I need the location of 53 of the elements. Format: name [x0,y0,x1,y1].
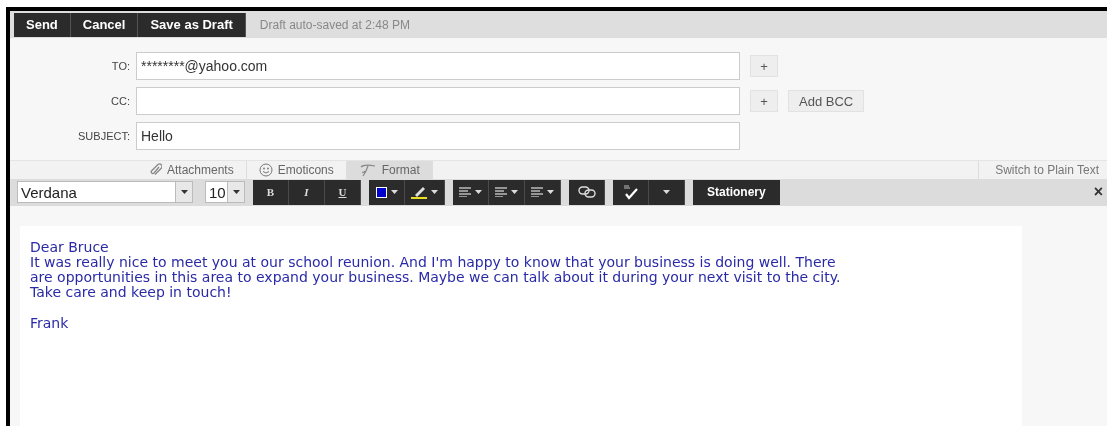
font-select[interactable]: Verdana [17,181,193,204]
paperclip-icon [150,163,162,177]
style-button[interactable]: I [289,179,325,205]
caret-icon [663,190,670,195]
caret-icon [390,190,398,195]
list-button[interactable] [525,179,561,205]
caret-icon [232,190,240,195]
smiley-icon [258,163,273,177]
close-button[interactable]: × [1093,183,1103,202]
draft-status: Draft auto-saved at 2:48 PM [259,17,410,32]
input-field[interactable] [136,87,740,116]
align-icon [459,187,471,198]
spellcheck-menu-button[interactable] [649,179,685,205]
list-icon [531,187,543,198]
link-button[interactable] [569,179,605,205]
align-button[interactable] [453,179,489,205]
body-text: Frank [30,316,70,331]
toolbar-button[interactable]: Save as Draft [138,12,246,37]
indent-button[interactable] [489,179,525,205]
pen-icon [411,185,427,199]
caret-icon [547,190,554,195]
highlight-button[interactable] [405,179,445,205]
field-label: CC: [110,95,131,108]
plain-text-link[interactable]: Switch to Plain Text [978,161,1107,179]
input-field[interactable]: ********@yahoo.com [136,52,740,81]
spellcheck-icon [621,184,640,201]
script-letter-icon [358,163,377,177]
add-button[interactable]: + [750,90,778,113]
spellcheck-button[interactable] [613,179,649,205]
input-field[interactable]: Hello [136,122,740,151]
text-color-button[interactable] [369,179,405,205]
caret-icon [431,190,438,195]
field-label: SUBJECT: [77,130,131,143]
field-label: TO: [110,60,131,73]
body-text: Take care and keep in touch! [30,285,233,300]
style-button[interactable]: U [325,179,361,205]
body-text: It was really nice to meet you at our school reunion. And I'm happy to know that your business is doing well. There [30,255,837,270]
stationery-button[interactable]: Stationery [693,179,780,205]
indent-icon [495,187,507,198]
color-swatch-icon [375,186,387,198]
add-bcc-button[interactable]: Add BCC [788,90,865,113]
body-text: are opportunities in this area to expand your business. Maybe we can talk about it during your next visit to the city. [30,270,842,285]
style-button[interactable]: B [253,179,289,205]
toolbar-button[interactable]: Cancel [70,12,139,37]
caret-icon [180,190,188,195]
caret-icon [475,190,482,195]
toolbar-button[interactable]: Send [14,12,71,37]
tab[interactable]: Format [346,161,433,179]
caret-icon [511,190,518,195]
body-text: Dear Bruce [30,240,110,255]
add-button[interactable]: + [750,55,778,78]
link-icon [577,186,596,199]
size-select[interactable]: 10 [205,181,245,204]
